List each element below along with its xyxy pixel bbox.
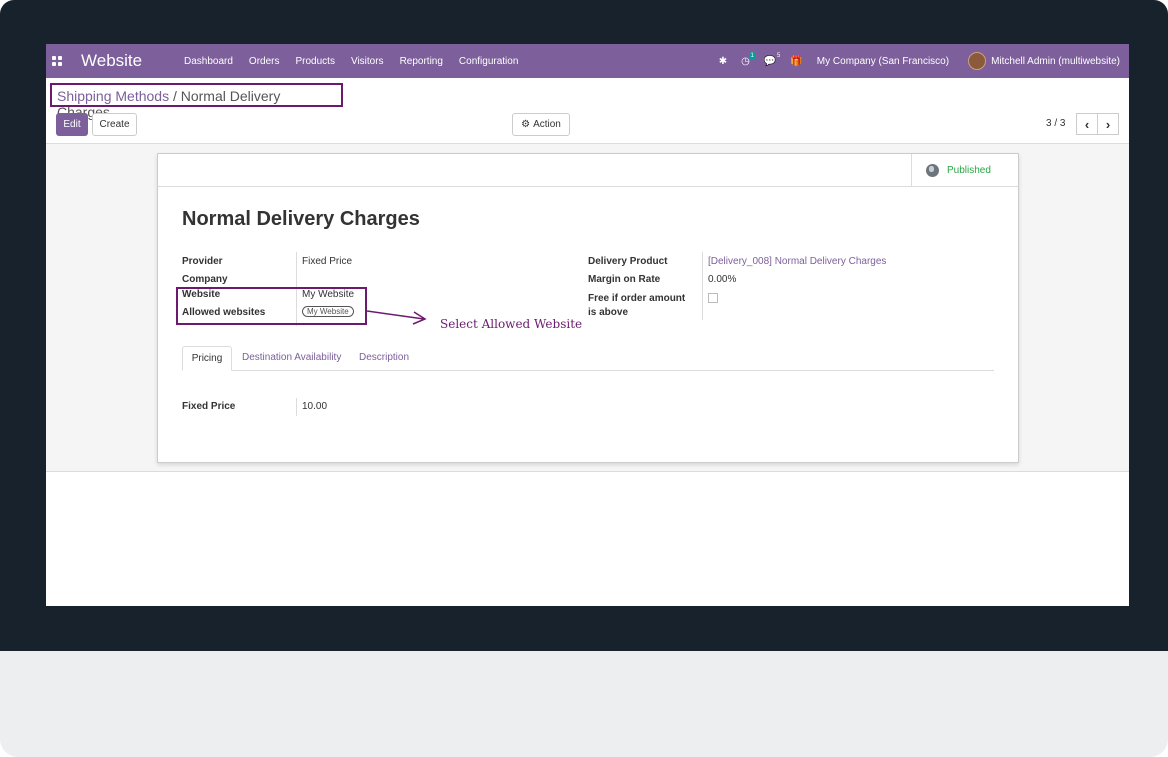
apps-menu-icon[interactable] — [52, 56, 62, 66]
monitor-stand — [0, 651, 1168, 757]
button-box: Published — [158, 154, 1018, 187]
menu-orders[interactable]: Orders — [249, 56, 280, 67]
published-label: Published — [947, 165, 991, 176]
annotation-box — [176, 287, 367, 325]
bug-icon[interactable]: ✱ — [719, 56, 727, 67]
menu-reporting[interactable]: Reporting — [400, 56, 443, 67]
margin-on-rate-value[interactable]: 0.00% — [708, 274, 736, 285]
delivery-product-value[interactable]: [Delivery_008] Normal Delivery Charges — [708, 256, 886, 267]
form-sheet: Published Normal Delivery Charges Provid… — [157, 153, 1019, 463]
action-label: Action — [533, 119, 561, 130]
activity-icon[interactable]: ◷ 1 — [741, 51, 756, 67]
menu-dashboard[interactable]: Dashboard — [184, 56, 233, 67]
company-label: Company — [182, 274, 228, 285]
margin-on-rate-label: Margin on Rate — [588, 274, 661, 285]
provider-label: Provider — [182, 256, 223, 267]
app-name[interactable]: Website — [81, 51, 142, 71]
user-menu[interactable]: Mitchell Admin (multiwebsite) — [991, 56, 1120, 67]
tab-destination-availability[interactable]: Destination Availability — [242, 346, 341, 371]
previous-record-button[interactable]: ‹ — [1076, 113, 1098, 135]
menu-products[interactable]: Products — [295, 56, 334, 67]
globe-icon — [926, 164, 939, 177]
create-button[interactable]: Create — [92, 113, 137, 136]
main-menu: Dashboard Orders Products Visitors Repor… — [184, 56, 534, 67]
notebook-tabs: Pricing Destination Availability Descrip… — [182, 346, 994, 371]
breadcrumb: Shipping Methods / Normal Delivery Charg… — [50, 83, 343, 120]
free-if-label-line1: Free if order amount — [588, 293, 686, 304]
navbar-systray: ✱ ◷ 1 💬 5 🎁 My Company (San Francisco) Mit… — [719, 51, 1120, 70]
annotation-arrow-icon — [366, 310, 427, 325]
messages-icon[interactable]: 💬 5 — [764, 53, 780, 67]
record-title: Normal Delivery Charges — [182, 208, 420, 230]
tab-description[interactable]: Description — [359, 346, 409, 371]
fixed-price-value[interactable]: 10.00 — [302, 401, 327, 412]
fixed-price-divider — [296, 398, 297, 416]
company-switcher[interactable]: My Company (San Francisco) — [817, 56, 949, 67]
annotation-text: Select Allowed Website — [440, 317, 583, 331]
messages-badge: 5 — [777, 52, 781, 59]
breadcrumb-parent[interactable]: Shipping Methods — [57, 88, 169, 104]
menu-visitors[interactable]: Visitors — [351, 56, 384, 67]
fixed-price-label: Fixed Price — [182, 401, 236, 412]
action-button[interactable]: ⚙ Action — [512, 113, 570, 136]
free-over-checkbox[interactable] — [708, 293, 718, 303]
menu-configuration[interactable]: Configuration — [459, 56, 518, 67]
pager-value: 3 / 3 — [1046, 118, 1066, 129]
free-if-label-line2: is above — [588, 307, 629, 318]
provider-value[interactable]: Fixed Price — [302, 256, 352, 267]
activity-badge: 1 — [748, 51, 756, 60]
top-navbar: Website Dashboard Orders Products Visito… — [46, 44, 1129, 78]
breadcrumb-separator: / — [172, 88, 177, 104]
edit-button[interactable]: Edit — [56, 113, 88, 136]
screen: Website Dashboard Orders Products Visito… — [46, 44, 1129, 606]
gear-icon: ⚙ — [521, 119, 531, 130]
delivery-product-label: Delivery Product — [588, 256, 668, 267]
right-column-divider — [702, 252, 703, 320]
gift-icon[interactable]: 🎁 — [790, 56, 802, 67]
next-record-button[interactable]: › — [1097, 113, 1119, 135]
published-button[interactable]: Published — [911, 154, 1018, 187]
tab-pricing[interactable]: Pricing — [182, 346, 232, 371]
user-avatar[interactable] — [968, 52, 987, 70]
